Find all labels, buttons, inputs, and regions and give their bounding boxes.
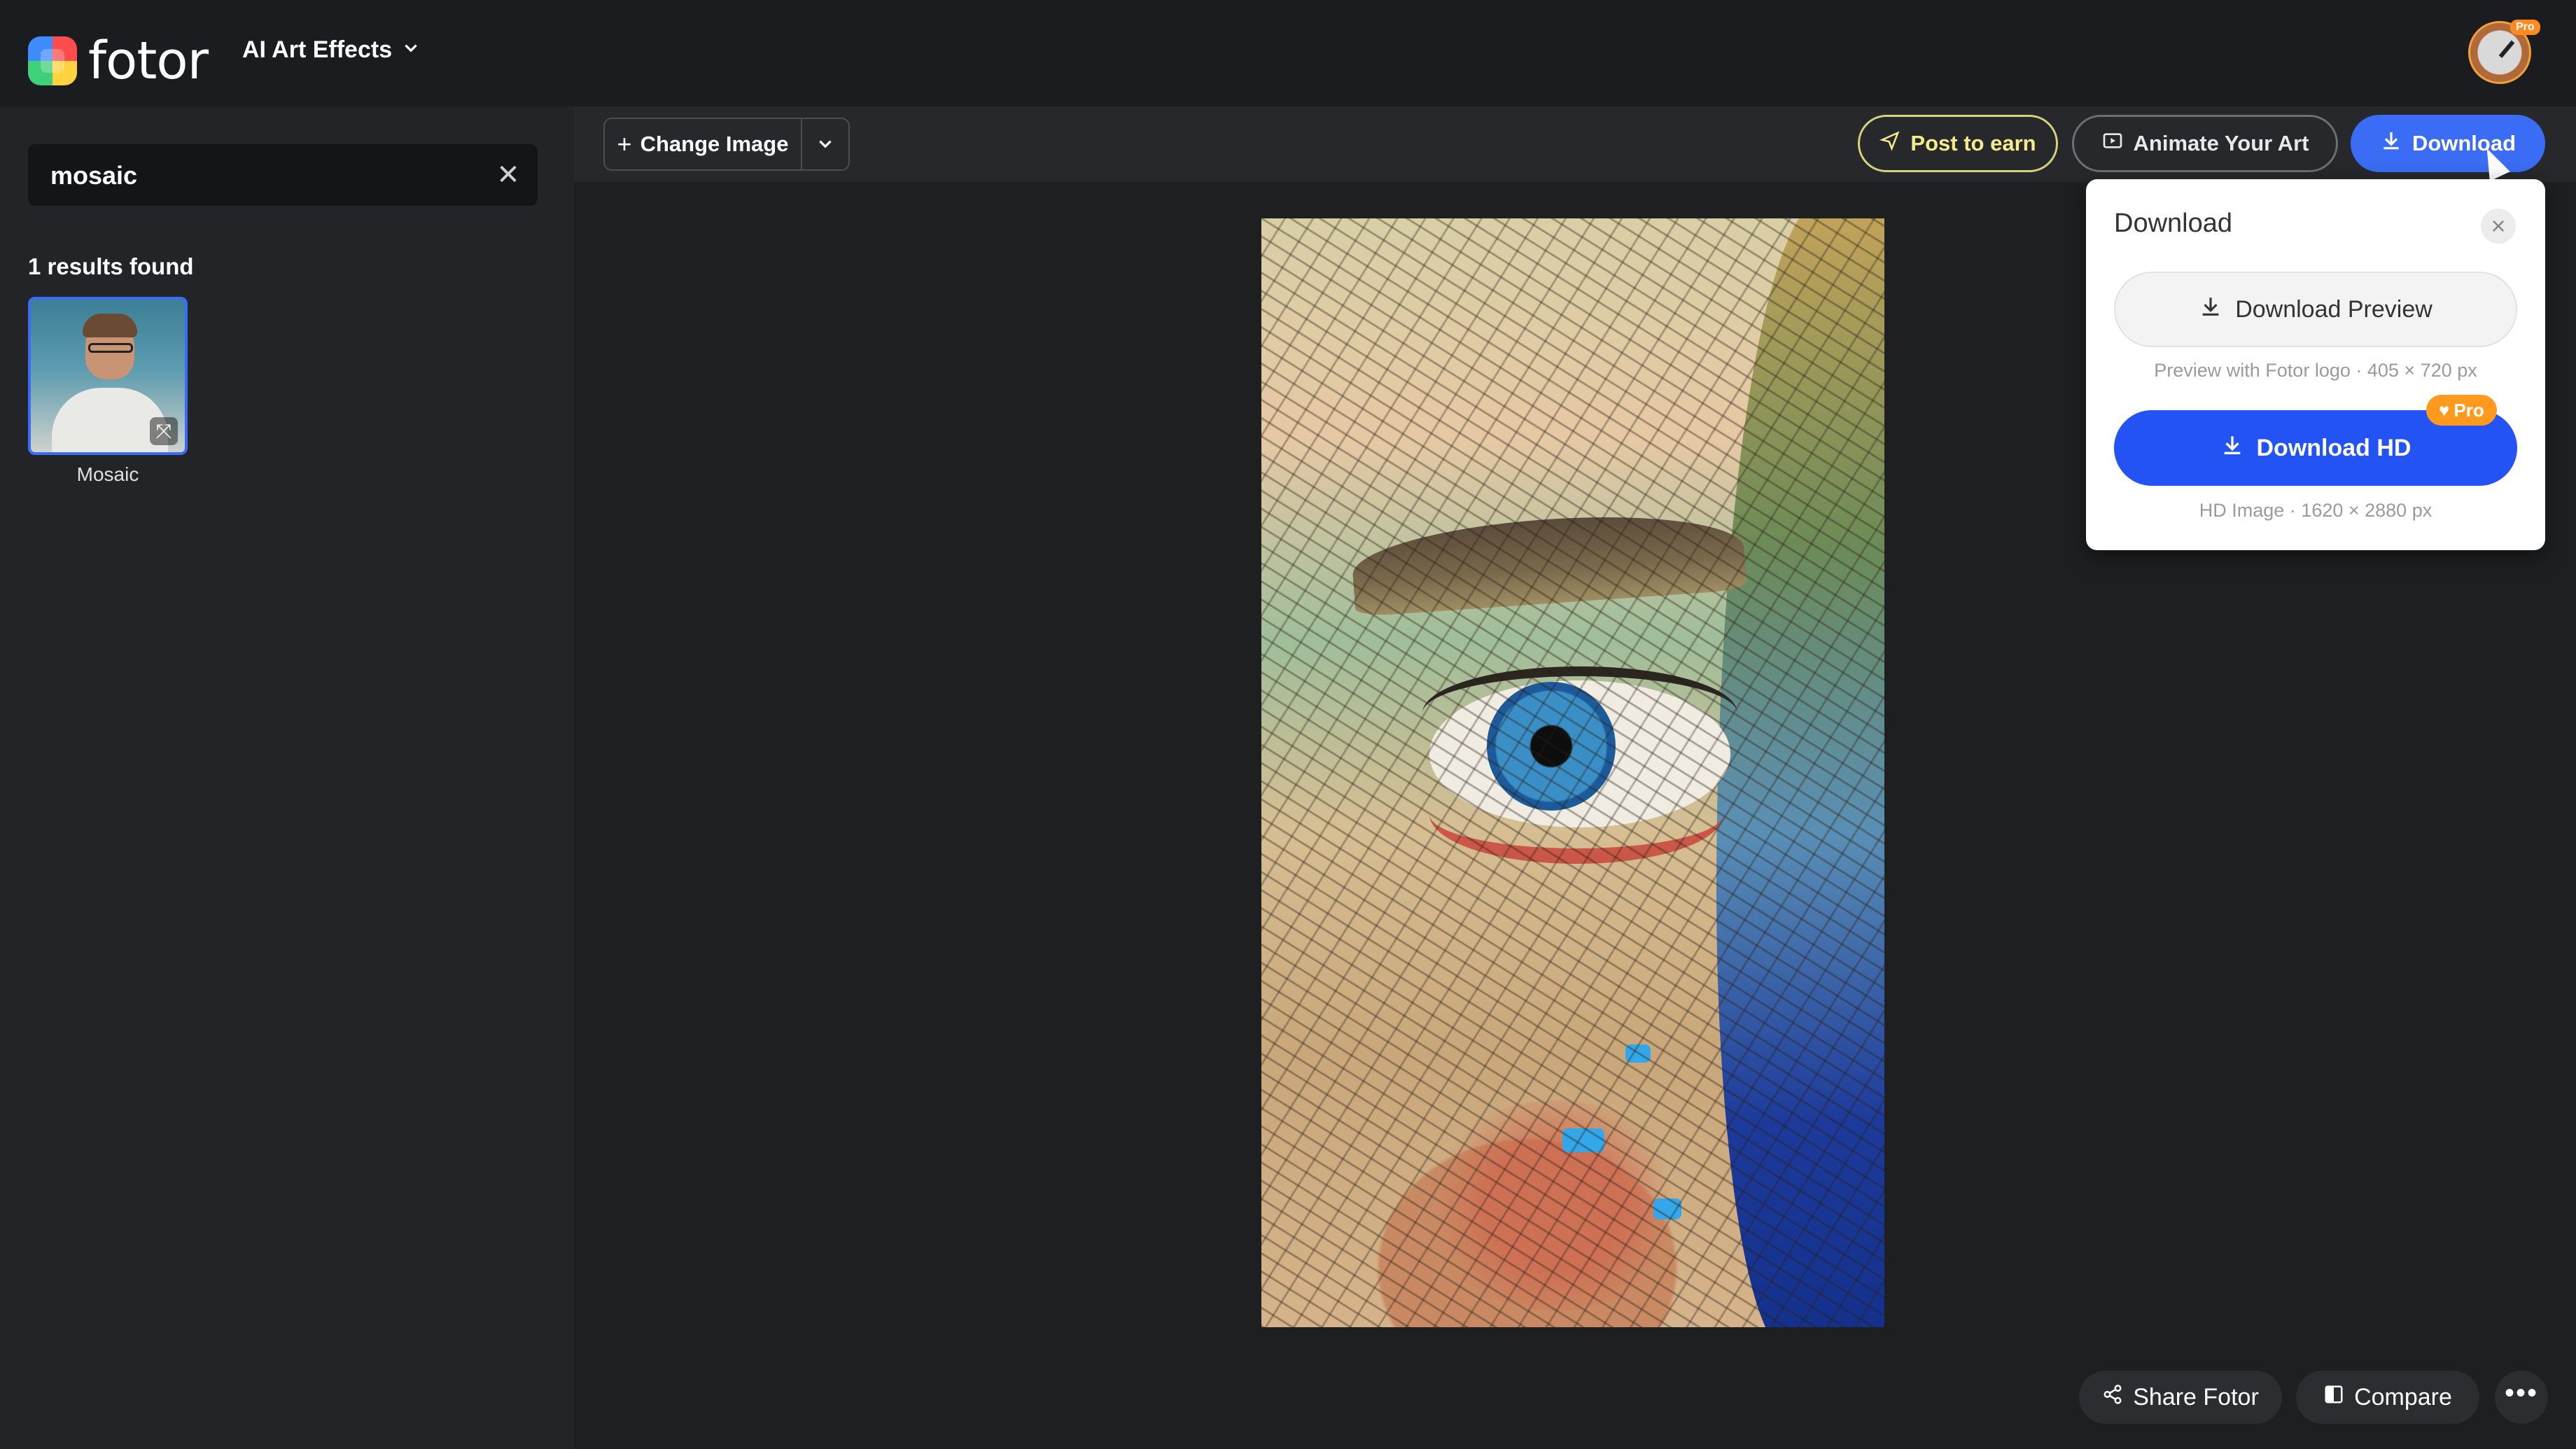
search-box: ✕ (28, 144, 538, 207)
post-to-earn-button[interactable]: Post to earn (1858, 115, 2058, 172)
close-icon[interactable]: × (2481, 209, 2516, 244)
fotor-logo-mark (28, 36, 77, 85)
more-options-button[interactable]: ••• (2495, 1371, 2548, 1424)
brand-name: fotor (88, 31, 209, 91)
plus-icon: + (617, 130, 632, 158)
generated-mosaic-image (1261, 218, 1884, 1327)
animate-label: Animate Your Art (2133, 131, 2309, 155)
chevron-down-icon (819, 140, 832, 148)
effect-thumbnail-mosaic[interactable]: ⤧ (28, 297, 188, 455)
share-label: Share Fotor (2133, 1383, 2259, 1410)
compare-button[interactable]: Compare (2296, 1371, 2479, 1424)
change-image-button[interactable]: + Change Image (605, 119, 802, 169)
chevron-down-icon (402, 36, 420, 64)
download-icon (2380, 130, 2402, 158)
crown-icon: ♥ (2439, 399, 2450, 421)
download-icon (2220, 433, 2244, 463)
hd-note: HD Image · 1620 × 2880 px (2199, 500, 2432, 521)
art-tile-texture (1261, 218, 1884, 1327)
clear-search-icon[interactable]: ✕ (494, 161, 522, 189)
magic-wand-icon[interactable]: ⤧ (150, 417, 178, 445)
pro-badge: ♥ Pro (2426, 395, 2497, 426)
left-sidebar: ✕ 1 results found ⤧ Mosaic (0, 106, 574, 1449)
thumbnail-label: Mosaic (76, 463, 139, 485)
compare-icon (2323, 1384, 2344, 1410)
nav-dropdown-label: AI Art Effects (242, 36, 393, 63)
share-fotor-button[interactable]: Share Fotor (2079, 1371, 2282, 1424)
pro-badge-label: Pro (2454, 399, 2484, 421)
more-icon: ••• (2504, 1378, 2538, 1408)
download-hd-label: Download HD (2256, 434, 2412, 461)
download-icon (2199, 295, 2222, 325)
post-to-earn-label: Post to earn (1910, 131, 2036, 155)
search-input[interactable] (49, 144, 472, 207)
results-count: 1 results found (28, 253, 194, 279)
avatar-pro-badge: Pro (2510, 20, 2540, 35)
animate-icon (2101, 130, 2124, 158)
download-popover: Download × Download Preview Preview with… (2086, 179, 2545, 550)
thumbnail-glasses (88, 343, 133, 353)
change-image-label: Change Image (640, 132, 789, 156)
download-preview-label: Download Preview (2235, 295, 2432, 323)
download-button[interactable]: Download (2351, 115, 2545, 172)
ai-art-effects-dropdown[interactable]: AI Art Effects (242, 36, 420, 64)
fotor-logo[interactable]: fotor (28, 31, 209, 91)
thumbnail-hair (83, 314, 137, 337)
popover-title: Download (2114, 209, 2232, 238)
compare-label: Compare (2354, 1383, 2452, 1410)
share-icon (2102, 1384, 2123, 1410)
preview-note: Preview with Fotor logo · 405 × 720 px (2154, 360, 2477, 381)
download-preview-button[interactable]: Download Preview (2114, 272, 2517, 347)
change-image-dropdown[interactable] (802, 119, 848, 169)
avatar-clock-hand (2498, 40, 2515, 58)
animate-your-art-button[interactable]: Animate Your Art (2072, 115, 2338, 172)
change-image-control: + Change Image (603, 118, 850, 171)
send-icon (1879, 130, 1900, 158)
